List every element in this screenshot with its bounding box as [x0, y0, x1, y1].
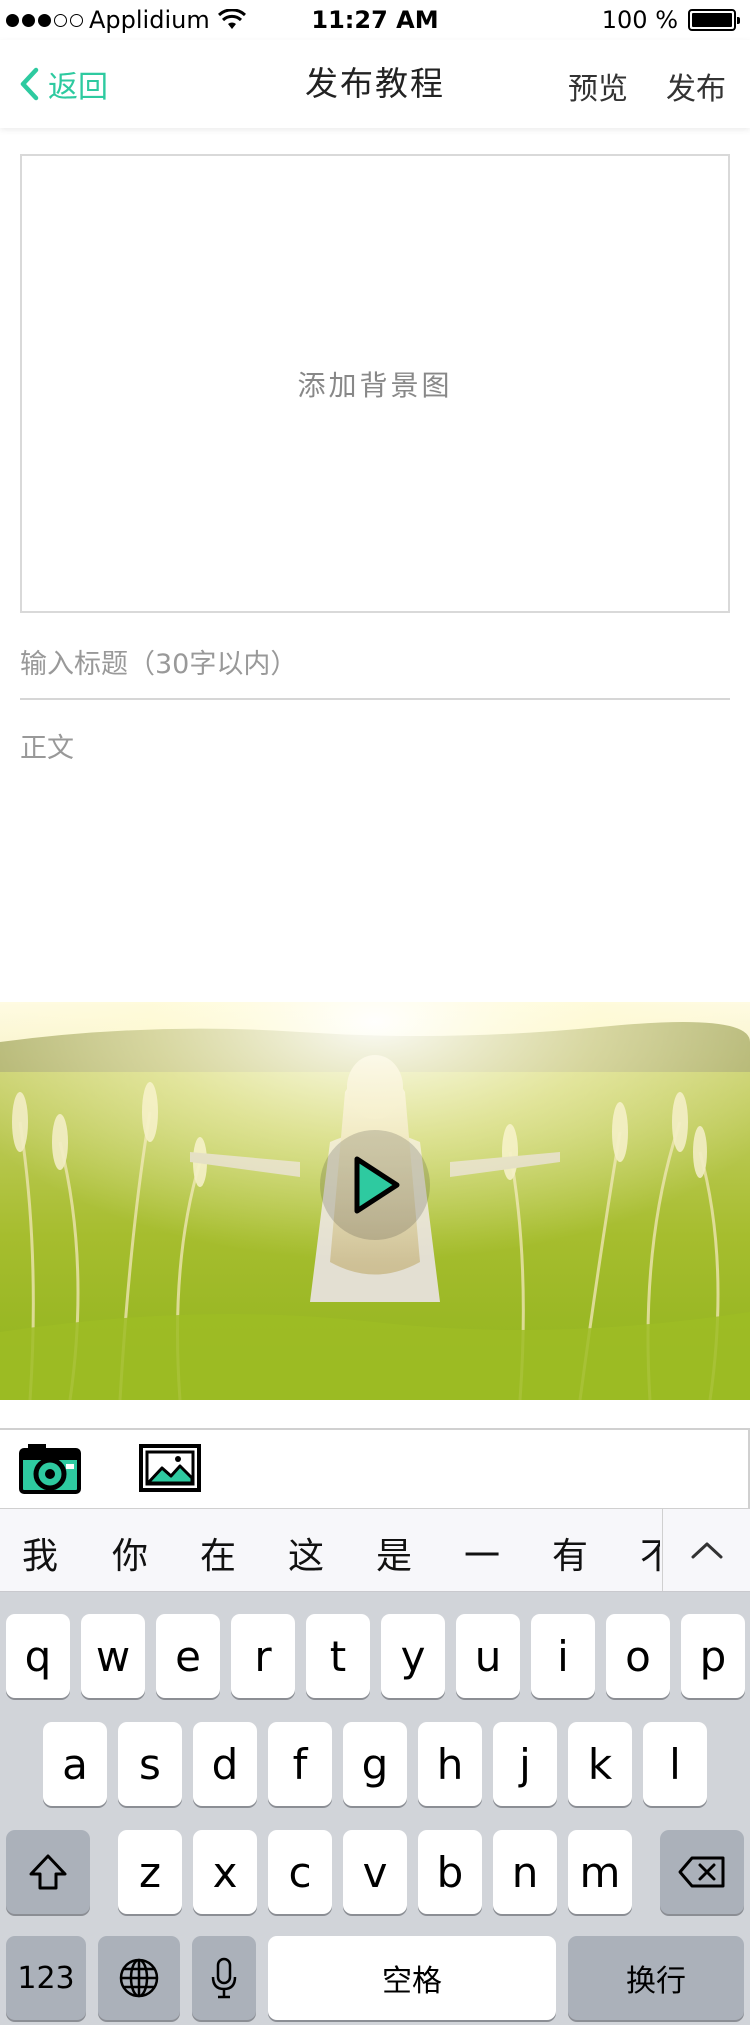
key-w[interactable]: w	[81, 1614, 145, 1698]
navigation-bar: 返回 发布教程 预览 发布	[0, 40, 750, 128]
return-key[interactable]: 换行	[568, 1936, 744, 2020]
key-r[interactable]: r	[231, 1614, 295, 1698]
key-c[interactable]: c	[268, 1830, 332, 1914]
play-button[interactable]	[320, 1130, 430, 1240]
key-f[interactable]: f	[268, 1722, 332, 1806]
status-bar: Applidium 11:27 AM 100 %	[0, 0, 750, 40]
signal-strength-icon	[6, 13, 83, 27]
key-k[interactable]: k	[568, 1722, 632, 1806]
key-p[interactable]: p	[681, 1614, 745, 1698]
battery-status: 100 %	[601, 4, 740, 36]
play-icon	[354, 1156, 400, 1214]
candidate-item[interactable]: 这	[288, 1527, 324, 1579]
insert-image-button[interactable]	[138, 1440, 202, 1496]
globe-key[interactable]	[98, 1936, 180, 2020]
battery-percent: 100 %	[601, 6, 678, 34]
key-v[interactable]: v	[343, 1830, 407, 1914]
wifi-icon	[217, 9, 246, 29]
carrier-name: Applidium	[89, 6, 210, 34]
backspace-icon	[678, 1856, 725, 1888]
key-o[interactable]: o	[606, 1614, 670, 1698]
key-q[interactable]: q	[6, 1614, 70, 1698]
preview-button[interactable]: 预览	[568, 64, 628, 108]
candidate-item[interactable]: 在	[200, 1527, 236, 1579]
carrier-signal: Applidium	[6, 4, 246, 36]
candidate-item[interactable]: 一	[464, 1527, 500, 1579]
key-d[interactable]: d	[193, 1722, 257, 1806]
key-u[interactable]: u	[456, 1614, 520, 1698]
ime-candidate-bar: 我 你 在 这 是 一 有 不	[0, 1508, 750, 1592]
title-input[interactable]	[20, 630, 730, 700]
add-background-image-label: 添加背景图	[297, 368, 453, 402]
key-x[interactable]: x	[193, 1830, 257, 1914]
battery-icon	[688, 9, 740, 31]
candidate-item[interactable]: 是	[376, 1527, 412, 1579]
publish-button[interactable]: 发布	[666, 64, 726, 108]
key-i[interactable]: i	[531, 1614, 595, 1698]
dictation-key[interactable]	[192, 1936, 256, 2020]
camera-button[interactable]	[18, 1440, 82, 1496]
candidate-item[interactable]: 不	[640, 1527, 660, 1579]
globe-icon	[119, 1958, 159, 1998]
key-g[interactable]: g	[343, 1722, 407, 1806]
numbers-key[interactable]: 123	[6, 1936, 86, 2020]
key-s[interactable]: s	[118, 1722, 182, 1806]
key-e[interactable]: e	[156, 1614, 220, 1698]
body-textarea[interactable]	[20, 726, 730, 986]
expand-candidates-button[interactable]	[662, 1509, 750, 1591]
key-a[interactable]: a	[43, 1722, 107, 1806]
key-b[interactable]: b	[418, 1830, 482, 1914]
key-j[interactable]: j	[493, 1722, 557, 1806]
editor-toolbar	[0, 1428, 750, 1508]
shift-key[interactable]	[6, 1830, 90, 1914]
image-icon	[139, 1444, 201, 1492]
key-y[interactable]: y	[381, 1614, 445, 1698]
key-t[interactable]: t	[306, 1614, 370, 1698]
microphone-icon	[211, 1957, 237, 1999]
add-background-image-button[interactable]: 添加背景图	[20, 154, 730, 613]
delete-key[interactable]	[660, 1830, 744, 1914]
space-key[interactable]: 空格	[268, 1936, 556, 2020]
candidate-item[interactable]: 你	[112, 1527, 148, 1579]
shift-arrow-icon	[29, 1854, 67, 1890]
back-button[interactable]: 返回	[18, 62, 108, 106]
key-l[interactable]: l	[643, 1722, 707, 1806]
key-m[interactable]: m	[568, 1830, 632, 1914]
key-h[interactable]: h	[418, 1722, 482, 1806]
candidate-item[interactable]: 有	[552, 1527, 588, 1579]
key-n[interactable]: n	[493, 1830, 557, 1914]
keyboard: q w e r t y u i o p a s d f g h j k l z …	[0, 1592, 750, 2025]
chevron-up-icon	[691, 1542, 722, 1559]
key-z[interactable]: z	[118, 1830, 182, 1914]
page-title: 发布教程	[305, 64, 445, 103]
back-label: 返回	[48, 70, 108, 105]
candidate-list: 我 你 在 这 是 一 有 不	[0, 1509, 660, 1591]
chevron-left-icon	[20, 67, 39, 101]
candidate-item[interactable]: 我	[22, 1527, 58, 1579]
camera-icon	[19, 1444, 81, 1494]
